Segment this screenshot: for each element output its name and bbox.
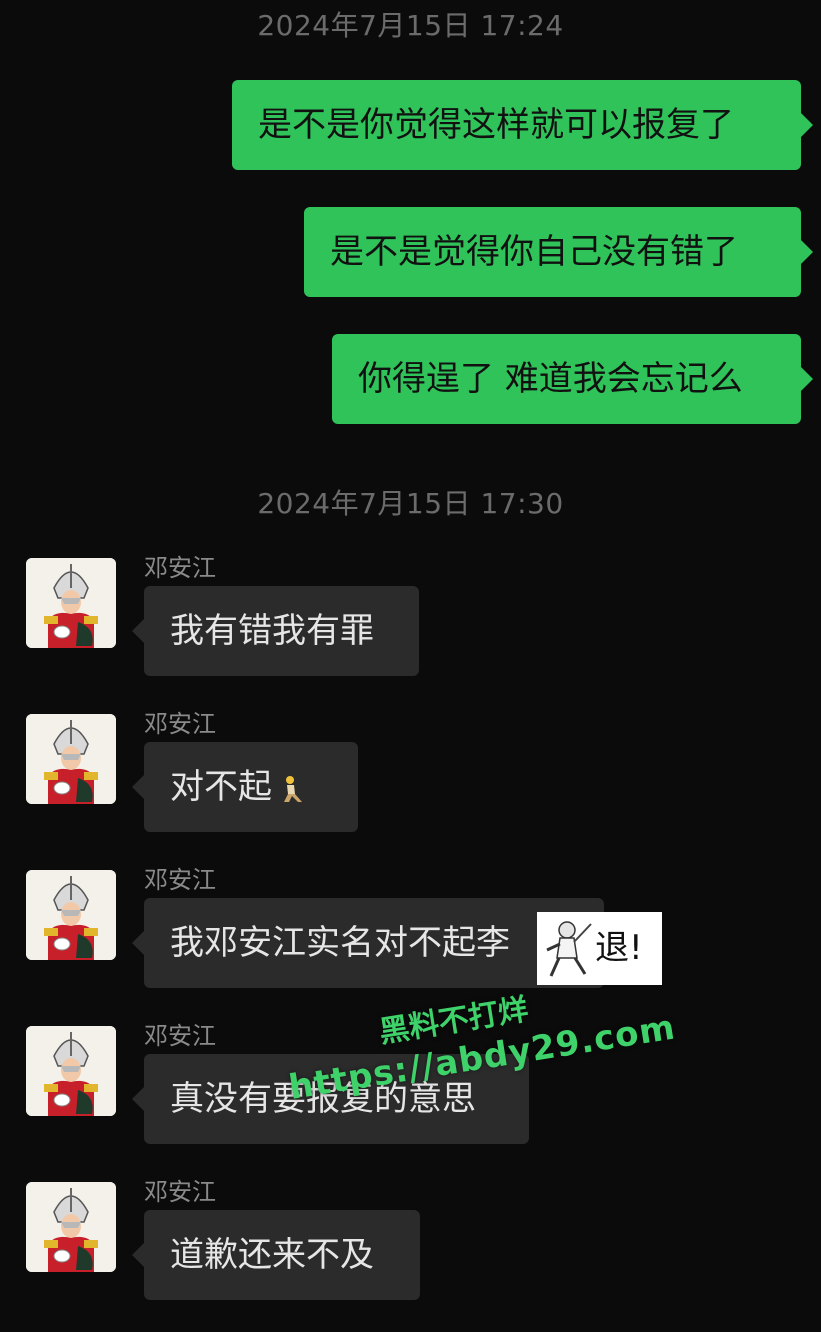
anime-soldier-avatar-icon [26, 714, 116, 804]
incoming-message-row: 邓安江 我邓安江实名对不起李 [0, 866, 821, 1020]
incoming-message[interactable]: 我有错我有罪 [132, 586, 419, 676]
person-kneeling-emoji-icon [284, 775, 302, 802]
avatar[interactable] [26, 1026, 116, 1116]
anime-soldier-avatar-icon [26, 558, 116, 648]
incoming-message-row: 邓安江 对不起 [0, 710, 821, 864]
sender-name: 邓安江 [144, 710, 216, 738]
incoming-message[interactable]: 我邓安江实名对不起李 [132, 898, 604, 988]
incoming-message[interactable]: 对不起 [132, 742, 358, 832]
anime-soldier-avatar-icon [26, 1182, 116, 1272]
sender-name: 邓安江 [144, 1022, 216, 1050]
avatar[interactable] [26, 1182, 116, 1272]
sender-name: 邓安江 [144, 554, 216, 582]
sender-name: 邓安江 [144, 866, 216, 894]
incoming-message[interactable]: 真没有要报复的意思 [132, 1054, 529, 1144]
incoming-message-row: 邓安江 我有错我有罪 [0, 554, 821, 708]
sticker-text: 退! [595, 928, 643, 968]
sender-name: 邓安江 [144, 1178, 216, 1206]
outgoing-message[interactable]: 是不是觉得你自己没有错了 [304, 207, 813, 297]
chat-view: 2024年7月15日 17:24 是不是你觉得这样就可以报复了 是不是觉得你自己… [0, 0, 821, 1300]
incoming-message-row: 邓安江 道歉还来不及 [0, 1178, 821, 1332]
avatar[interactable] [26, 870, 116, 960]
outgoing-message[interactable]: 你得逞了 难道我会忘记么 [332, 334, 813, 424]
timestamp: 2024年7月15日 17:30 [257, 487, 564, 520]
timestamp: 2024年7月15日 17:24 [257, 9, 564, 42]
anime-soldier-avatar-icon [26, 870, 116, 960]
avatar[interactable] [26, 714, 116, 804]
message-text: 对不起 [170, 767, 272, 807]
outgoing-message[interactable]: 是不是你觉得这样就可以报复了 [232, 80, 813, 170]
anime-soldier-avatar-icon [26, 1026, 116, 1116]
fencer-sticker: 退! [537, 912, 662, 985]
avatar[interactable] [26, 558, 116, 648]
fencer-icon [546, 921, 592, 977]
incoming-message[interactable]: 道歉还来不及 [132, 1210, 420, 1300]
incoming-message-row: 邓安江 真没有要报复的意思 [0, 1022, 821, 1176]
